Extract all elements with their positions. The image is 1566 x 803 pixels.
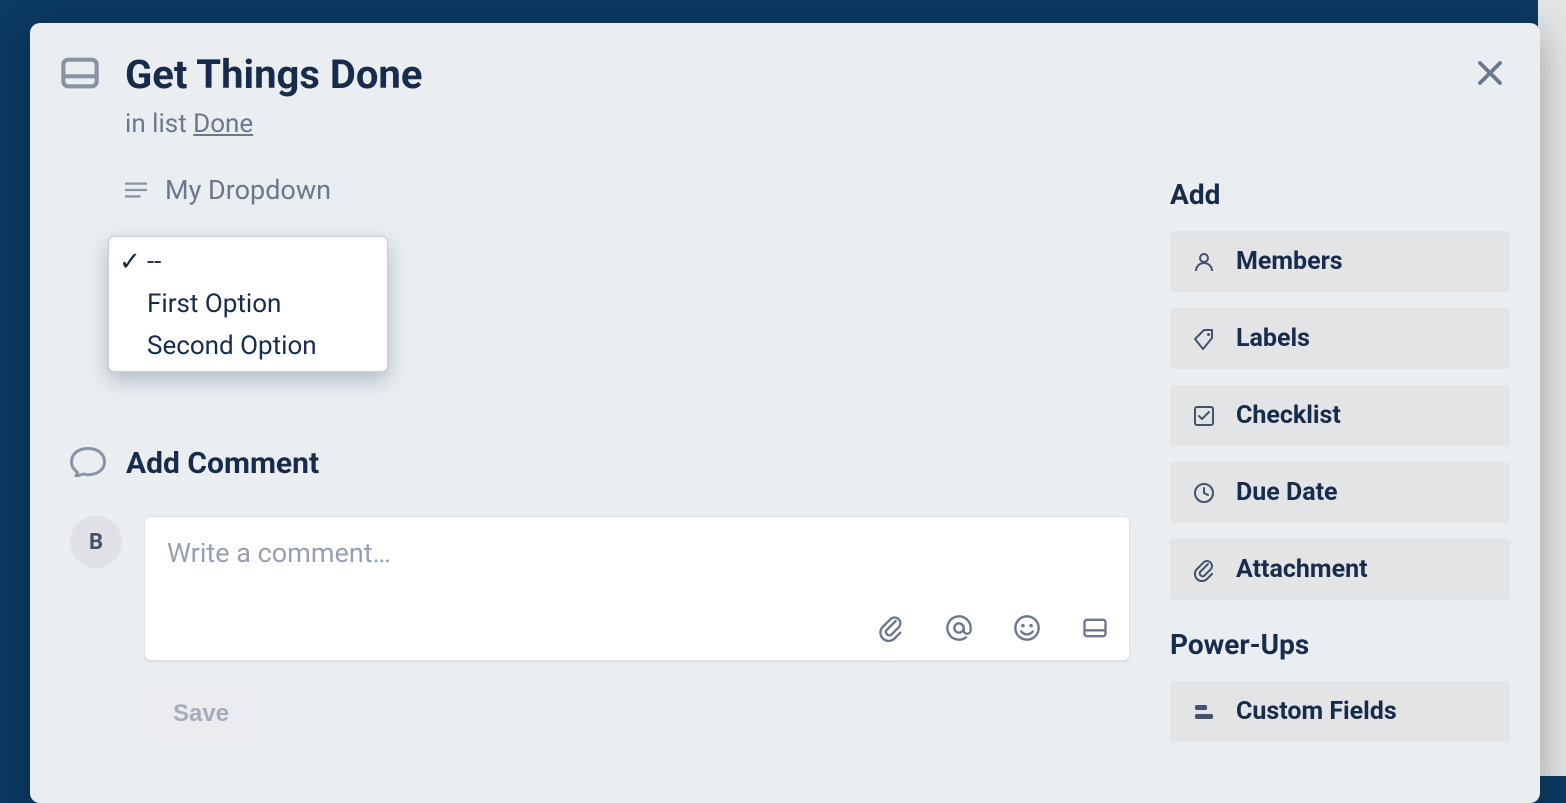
clock-icon (1192, 481, 1216, 505)
add-section-header: Add (1170, 178, 1510, 211)
due-date-label: Due Date (1236, 478, 1338, 507)
paperclip-icon (1192, 558, 1216, 582)
card-icon (60, 53, 100, 97)
dropdown-option-2[interactable]: Second Option (109, 325, 387, 367)
card-title[interactable]: Get Things Done (125, 53, 422, 97)
close-button[interactable] (1470, 53, 1510, 93)
user-icon (1192, 250, 1216, 274)
attachment-label: Attachment (1236, 555, 1368, 584)
labels-button[interactable]: Labels (1170, 308, 1510, 369)
dropdown-option-1[interactable]: First Option (109, 283, 387, 325)
background-board-peek (1538, 0, 1566, 776)
save-comment-button[interactable]: Save (145, 686, 257, 742)
checklist-label: Checklist (1236, 401, 1341, 430)
dropdown-option-label: Second Option (147, 331, 317, 361)
dropdown-option-label: First Option (147, 289, 281, 319)
comment-input[interactable]: Write a comment… (144, 516, 1130, 661)
custom-fields-button[interactable]: Custom Fields (1170, 681, 1510, 742)
comment-format-toolbar (877, 614, 1109, 642)
list-icon (125, 181, 147, 199)
due-date-button[interactable]: Due Date (1170, 462, 1510, 523)
custom-field-label[interactable]: My Dropdown (165, 174, 331, 206)
comment-placeholder: Write a comment… (167, 537, 391, 569)
labels-label: Labels (1236, 324, 1310, 353)
powerups-section-header: Power-Ups (1170, 628, 1510, 661)
card-list-location: in list Done (125, 109, 1510, 139)
dropdown-popup: ✓-- First Option Second Option (108, 236, 388, 372)
checklist-button[interactable]: Checklist (1170, 385, 1510, 446)
sidebar: Add Members Labels Checklist (1170, 174, 1510, 758)
in-list-prefix: in list (125, 109, 193, 139)
members-label: Members (1236, 247, 1343, 276)
card-link-icon[interactable] (1081, 614, 1109, 642)
dropdown-option-label: -- (147, 247, 161, 277)
attachment-icon[interactable] (877, 614, 905, 642)
comment-section: Add Comment B Write a comment… (70, 446, 1130, 742)
avatar[interactable]: B (70, 516, 122, 568)
emoji-icon[interactable] (1013, 614, 1041, 642)
close-icon (1475, 58, 1505, 88)
list-link[interactable]: Done (193, 109, 253, 139)
dropdown-option-0[interactable]: ✓-- (109, 241, 387, 283)
custom-fields-label: Custom Fields (1236, 697, 1397, 726)
tag-icon (1192, 327, 1216, 351)
card-modal: Get Things Done in list Done My Dropdown… (30, 23, 1540, 803)
custom-fields-icon (1192, 700, 1216, 724)
checklist-icon (1192, 404, 1216, 428)
attachment-button[interactable]: Attachment (1170, 539, 1510, 600)
custom-field-row: My Dropdown (125, 174, 1130, 206)
comment-icon (70, 447, 106, 481)
members-button[interactable]: Members (1170, 231, 1510, 292)
mention-icon[interactable] (945, 614, 973, 642)
add-comment-heading: Add Comment (126, 446, 319, 481)
check-icon: ✓ (119, 247, 141, 277)
